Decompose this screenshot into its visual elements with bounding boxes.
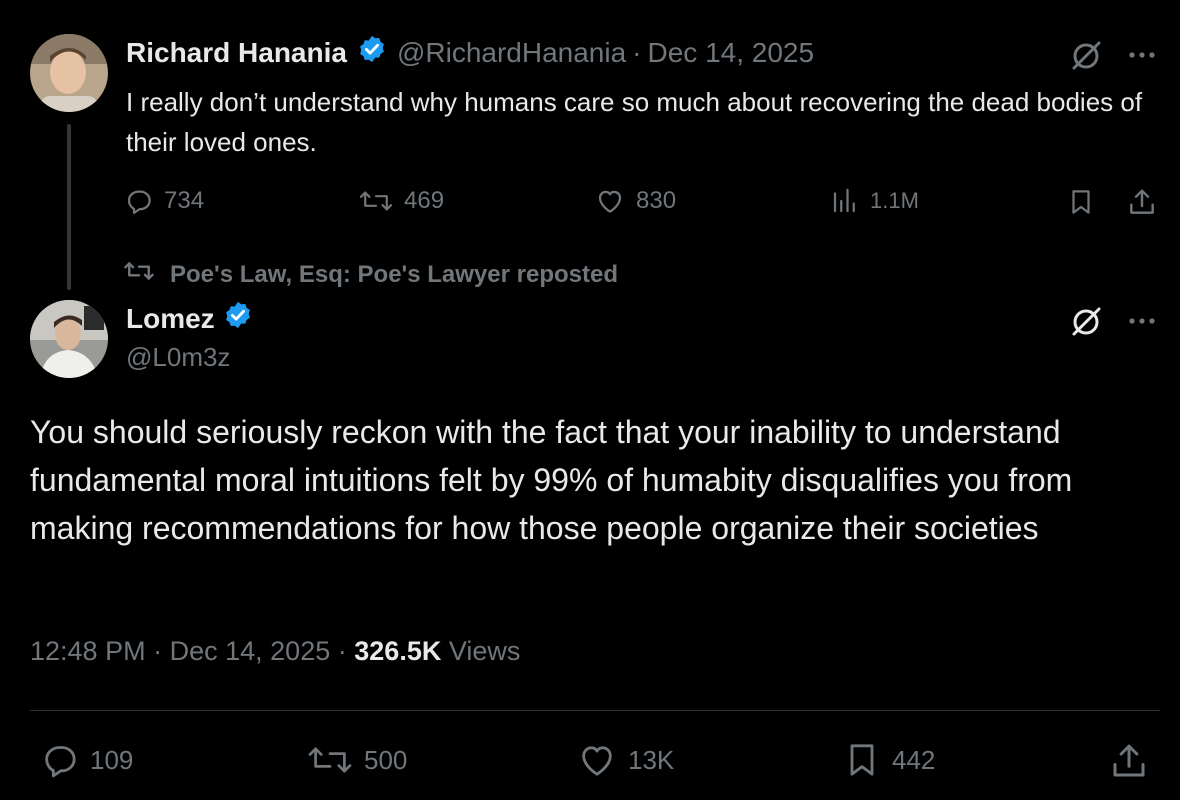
reply-count: 734	[164, 187, 205, 214]
reply-author-handle[interactable]: @L0m3z	[126, 342, 230, 373]
more-icon[interactable]	[1124, 306, 1160, 341]
verified-badge-icon	[357, 34, 387, 71]
tweet-header: Richard Hanania @RichardHanania · Dec 14…	[126, 34, 814, 71]
tweet-page: Richard Hanania @RichardHanania · Dec 14…	[0, 0, 1180, 800]
views-count: 326.5K	[354, 636, 442, 666]
tweet-meta: 12:48 PM · Dec 14, 2025 · 326.5K Views	[30, 636, 520, 667]
repost-icon	[358, 186, 394, 216]
heart-icon	[576, 740, 618, 780]
repost-note-text: Poe's Law, Esq: Poe's Lawyer reposted	[170, 260, 619, 288]
views-icon	[830, 186, 860, 216]
repost-count: 469	[404, 187, 445, 214]
like-button[interactable]: 830	[594, 186, 676, 216]
bookmark-icon	[842, 740, 882, 780]
avatar-lomez[interactable]	[30, 300, 108, 378]
reply-icon	[40, 740, 80, 780]
like-count: 830	[636, 187, 677, 214]
repost-icon	[306, 740, 354, 780]
repost-attribution[interactable]: Poe's Law, Esq: Poe's Lawyer reposted	[122, 258, 618, 291]
tweet-date[interactable]: Dec 14, 2025	[648, 37, 815, 69]
tweet-text: I really don’t understand why humans car…	[126, 87, 1143, 157]
reply-button[interactable]: 109	[40, 740, 133, 780]
like-button[interactable]: 13K	[576, 740, 674, 780]
like-count: 13K	[628, 744, 675, 775]
author-name[interactable]: Richard Hanania	[126, 37, 347, 69]
share-button[interactable]	[1108, 740, 1150, 782]
reply-author-row: Lomez	[126, 300, 253, 337]
heart-icon	[594, 186, 626, 216]
reply-author-name[interactable]: Lomez	[126, 303, 215, 335]
views-button[interactable]: 1.1M	[830, 186, 919, 216]
divider	[30, 710, 1160, 711]
reply-button[interactable]: 734	[124, 186, 204, 216]
share-icon	[1126, 186, 1158, 218]
meta-separator: ·	[337, 636, 347, 666]
repost-count: 500	[364, 744, 408, 775]
avatar-richard-hanania[interactable]	[30, 34, 108, 112]
bookmark-icon	[1066, 186, 1096, 218]
header-separator: ·	[632, 36, 642, 68]
reply-icon	[124, 186, 154, 216]
bookmark-button[interactable]: 442	[842, 740, 935, 780]
bookmark-button[interactable]	[1066, 186, 1096, 218]
views-label: Views	[448, 636, 521, 666]
thread-connector-line	[67, 124, 71, 290]
author-handle[interactable]: @RichardHanania	[397, 37, 626, 69]
verified-badge-icon	[223, 300, 253, 337]
grok-icon[interactable]	[1068, 38, 1104, 79]
share-button[interactable]	[1126, 186, 1158, 218]
bookmark-count: 442	[892, 744, 936, 775]
repost-icon	[122, 258, 156, 291]
reply-count: 109	[90, 744, 134, 775]
tweet-time[interactable]: 12:48 PM	[30, 636, 146, 666]
grok-icon[interactable]	[1068, 304, 1104, 345]
reply-tweet-text: You should seriously reckon with the fac…	[30, 414, 1073, 546]
tweet-date[interactable]: Dec 14, 2025	[170, 636, 331, 666]
meta-separator: ·	[153, 636, 163, 666]
views-count: 1.1M	[870, 188, 919, 213]
repost-button[interactable]: 469	[358, 186, 444, 216]
repost-button[interactable]: 500	[306, 740, 407, 780]
share-icon	[1108, 740, 1150, 782]
more-icon[interactable]	[1124, 40, 1160, 75]
